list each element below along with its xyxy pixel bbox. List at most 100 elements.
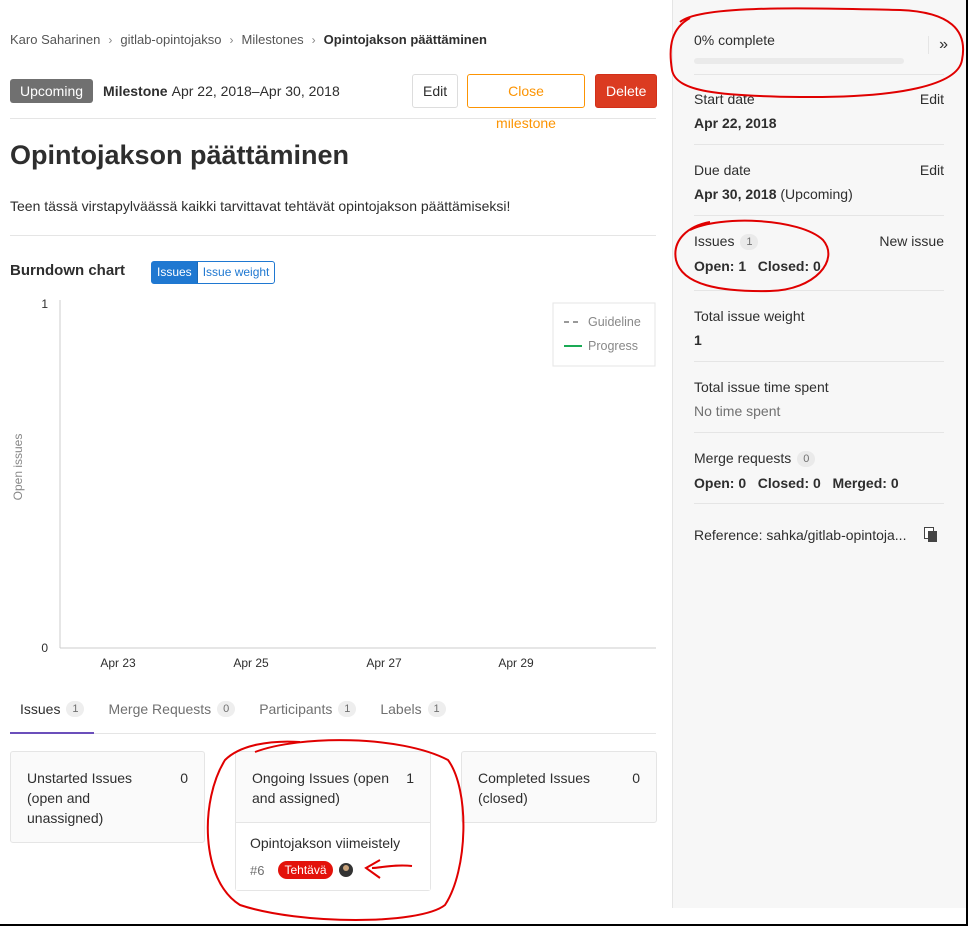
status-badge: Upcoming	[10, 79, 94, 103]
toggle-weight-button[interactable]: Issue weight	[198, 262, 275, 283]
issues-closed: Closed: 0	[757, 258, 821, 274]
merge-requests-count-badge: 0	[797, 451, 816, 467]
tab-labels[interactable]: Labels 1	[370, 696, 455, 734]
chevron-right-icon: ›	[108, 32, 113, 47]
burndown-chart: Open issues 1 0 Apr 23 Apr 25 Apr 27 Apr…	[11, 297, 656, 670]
start-date-edit-link[interactable]: Edit	[920, 91, 944, 107]
reference-section: Reference: sahka/gitlab-opintoja...	[694, 527, 944, 543]
tab-count-badge: 0	[217, 701, 236, 717]
tab-label: Participants	[259, 701, 333, 717]
copy-icon[interactable]	[924, 527, 938, 546]
due-date-value: Apr 30, 2018	[694, 186, 777, 202]
toggle-issues-button[interactable]: Issues	[152, 262, 198, 283]
time-spent-section: Total issue time spent No time spent	[694, 379, 944, 419]
edit-button[interactable]: Edit	[412, 74, 458, 108]
tab-label: Labels	[380, 701, 422, 717]
issues-label: Issues	[694, 233, 735, 249]
issue-label-badge[interactable]: Tehtävä	[278, 861, 333, 879]
tab-issues[interactable]: Issues 1	[10, 696, 95, 734]
due-date-status: (Upcoming)	[780, 186, 853, 202]
issue-card[interactable]: Opintojakson viimeistely #6 Tehtävä	[236, 822, 430, 890]
milestone-label: Milestone	[103, 83, 168, 99]
breadcrumb-user[interactable]: Karo Saharinen	[10, 32, 100, 47]
tab-count-badge: 1	[338, 701, 357, 717]
page-title: Opintojakson päättäminen	[10, 140, 350, 170]
weight-value: 1	[694, 332, 702, 348]
breadcrumb-current[interactable]: Opintojakson päättäminen	[324, 32, 487, 47]
x-tick-label: Apr 25	[233, 656, 269, 670]
milestone-sidebar: 0% complete » Start date Apr 22, 2018 Ed…	[672, 0, 966, 908]
tab-label: Issues	[20, 701, 61, 717]
breadcrumb: Karo Saharinen › gitlab-opintojakso › Mi…	[10, 32, 487, 47]
divider	[694, 503, 944, 504]
progress-bar	[694, 58, 904, 64]
mr-closed: Closed: 0	[757, 475, 821, 491]
start-date-value: Apr 22, 2018	[694, 115, 777, 131]
completed-issues-board: Completed Issues (closed) 0	[461, 751, 657, 823]
board-title: Ongoing Issues (open and assigned)	[252, 770, 389, 806]
delete-button[interactable]: Delete	[595, 74, 657, 108]
y-tick-label: 1	[41, 297, 48, 311]
x-tick-label: Apr 23	[100, 656, 136, 670]
issue-number: #6	[250, 862, 265, 878]
assignee-avatar[interactable]	[338, 863, 353, 877]
burndown-title: Burndown chart	[10, 262, 125, 279]
milestone-header: Upcoming Milestone Apr 22, 2018–Apr 30, …	[10, 74, 657, 131]
board-count: 0	[180, 770, 188, 786]
tab-count-badge: 1	[427, 701, 446, 717]
legend-progress-label: Progress	[588, 339, 638, 353]
legend-guideline-label: Guideline	[588, 315, 641, 329]
ongoing-issues-board: Ongoing Issues (open and assigned) 1 Opi…	[235, 751, 431, 891]
milestone-tabs: Issues 1 Merge Requests 0 Participants 1…	[10, 696, 656, 734]
y-tick-label: 0	[41, 641, 48, 655]
tab-merge-requests[interactable]: Merge Requests 0	[98, 696, 245, 734]
breadcrumb-project[interactable]: gitlab-opintojakso	[120, 32, 221, 47]
weight-label: Total issue weight	[694, 308, 805, 324]
board-title: Unstarted Issues (open and unassigned)	[27, 770, 133, 826]
chart-legend: Guideline Progress	[552, 302, 656, 367]
progress-section: 0% complete	[694, 32, 944, 64]
weight-section: Total issue weight 1	[694, 308, 944, 348]
issue-title-link[interactable]: Opintojakson viimeistely	[250, 835, 416, 851]
x-tick-label: Apr 27	[366, 656, 402, 670]
milestone-description: Teen tässä virstapylväässä kaikki tarvit…	[10, 198, 511, 214]
chevron-right-icon: ›	[229, 32, 234, 47]
start-date-label: Start date	[694, 91, 755, 107]
tab-count-badge: 1	[66, 701, 85, 717]
divider	[694, 215, 944, 216]
chevron-right-icon: ›	[311, 32, 316, 47]
divider	[10, 235, 656, 236]
divider	[10, 118, 656, 119]
divider	[694, 144, 944, 145]
divider	[694, 74, 944, 75]
time-spent-value: No time spent	[694, 403, 781, 419]
merge-requests-section: Merge requests 0 Open: 0 Closed: 0 Merged…	[694, 450, 944, 491]
divider	[694, 361, 944, 362]
breadcrumb-milestones[interactable]: Milestones	[242, 32, 304, 47]
tab-participants[interactable]: Participants 1	[249, 696, 366, 734]
due-date-edit-link[interactable]: Edit	[920, 162, 944, 178]
close-milestone-button[interactable]: Close milestone	[467, 74, 585, 131]
issues-count-badge: 1	[740, 234, 759, 250]
start-date-section: Start date Apr 22, 2018 Edit	[694, 91, 944, 131]
due-date-section: Due date Apr 30, 2018 (Upcoming) Edit	[694, 162, 944, 202]
mr-merged: Merged: 0	[832, 475, 899, 491]
mr-open: Open: 0	[694, 475, 747, 491]
burndown-toggle: Issues Issue weight	[151, 261, 276, 284]
x-tick-label: Apr 29	[498, 656, 534, 670]
tab-label: Merge Requests	[108, 701, 212, 717]
milestone-dates: Apr 22, 2018–Apr 30, 2018	[171, 83, 340, 99]
y-axis-label: Open issues	[11, 434, 25, 501]
board-count: 1	[406, 770, 414, 786]
new-issue-link[interactable]: New issue	[879, 233, 944, 249]
merge-requests-label: Merge requests	[694, 450, 792, 466]
due-date-label: Due date	[694, 162, 751, 178]
divider	[694, 290, 944, 291]
reference-text: Reference: sahka/gitlab-opintoja...	[694, 527, 907, 543]
unstarted-issues-board: Unstarted Issues (open and unassigned) 0	[10, 751, 205, 843]
issues-section: Issues 1 Open: 1 Closed: 0 New issue	[694, 233, 944, 274]
time-spent-label: Total issue time spent	[694, 379, 829, 395]
collapse-sidebar-icon[interactable]: »	[928, 36, 948, 54]
issues-open: Open: 1	[694, 258, 747, 274]
progress-text: 0% complete	[694, 32, 775, 48]
